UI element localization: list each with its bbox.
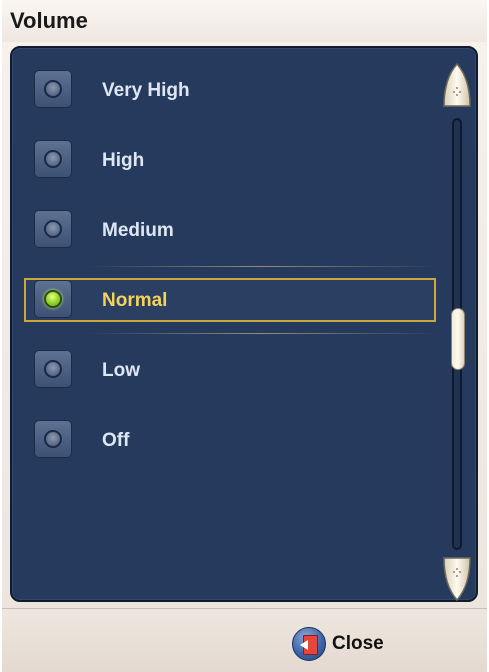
radio-indicator [44,80,62,98]
scrollbar-thumb[interactable] [451,308,465,370]
option-low[interactable]: Low [24,348,436,392]
radio-button[interactable] [34,280,72,318]
option-very-high[interactable]: Very High [24,68,436,112]
chevron-down-icon[interactable] [442,556,472,602]
chevron-up-icon[interactable] [442,62,472,108]
radio-button[interactable] [34,420,72,458]
option-high[interactable]: High [24,138,436,182]
option-label: High [102,150,145,171]
close-button[interactable]: Close [292,627,422,661]
option-label: Normal [102,290,168,311]
option-label: Very High [102,80,190,101]
option-off[interactable]: Off [24,418,436,462]
radio-button[interactable] [34,140,72,178]
radio-indicator-selected [44,290,62,308]
volume-dialog: Volume Very High High Medium Normal Low … [2,0,487,672]
radio-indicator [44,430,62,448]
radio-button[interactable] [34,350,72,388]
option-normal[interactable]: Normal [24,266,438,334]
close-button-label: Close [332,633,384,654]
radio-button[interactable] [34,70,72,108]
volume-options-panel: Very High High Medium Normal Low Off [10,46,478,602]
exit-door-icon [292,627,326,661]
option-label: Low [102,360,140,381]
dialog-footer: Close [2,608,487,672]
radio-indicator [44,220,62,238]
option-medium[interactable]: Medium [24,208,436,252]
radio-indicator [44,360,62,378]
option-label: Off [102,430,130,451]
radio-indicator [44,150,62,168]
option-label: Medium [102,220,174,241]
dialog-title: Volume [10,8,88,33]
title-bar: Volume [2,0,487,42]
radio-button[interactable] [34,210,72,248]
